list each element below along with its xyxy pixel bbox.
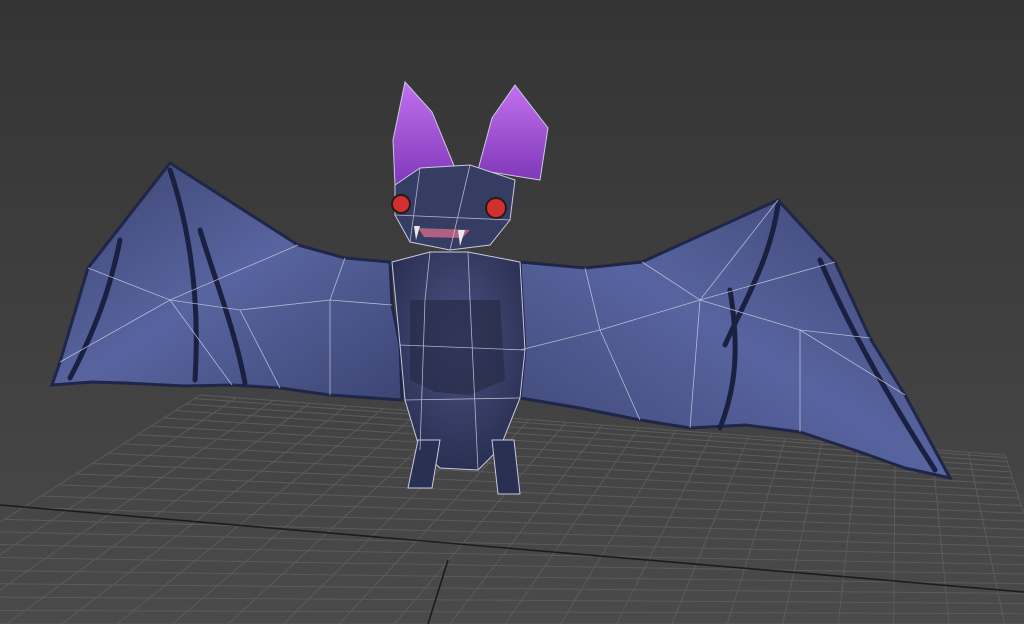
left-eye: [391, 194, 411, 214]
right-eye: [485, 197, 507, 219]
3d-viewport[interactable]: [0, 0, 1024, 624]
viewport-scene: [0, 0, 1024, 624]
